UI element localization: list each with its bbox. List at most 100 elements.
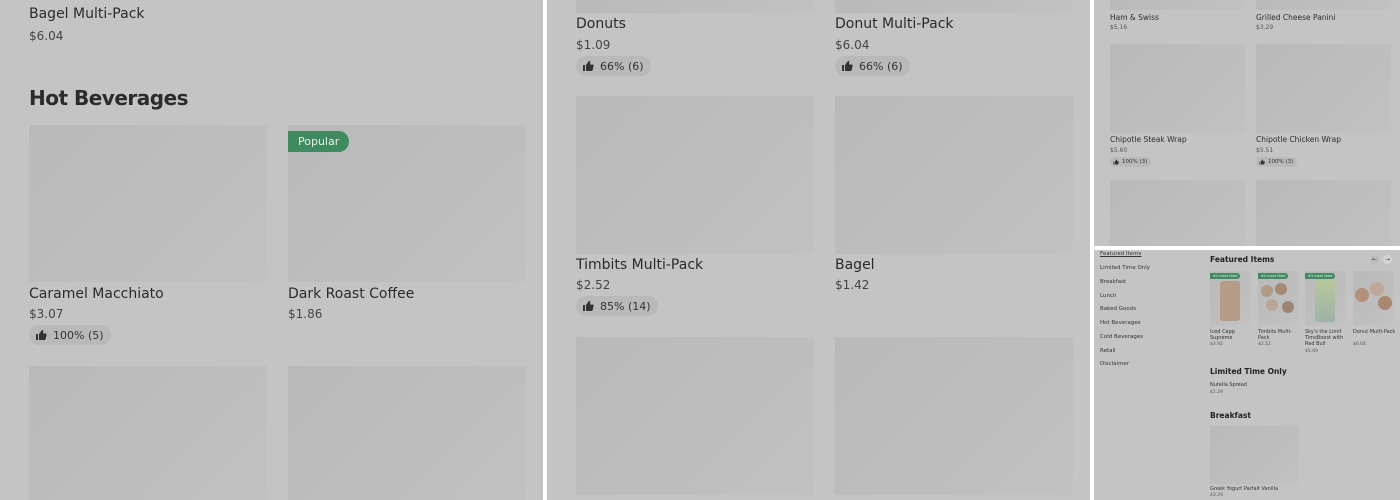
product-image[interactable] (288, 366, 526, 500)
most-liked-badge: #2 most liked (1258, 273, 1289, 279)
item-name[interactable]: Donuts (576, 16, 626, 32)
nav-disclaimer[interactable]: Disclaimer (1100, 361, 1129, 367)
product-image[interactable] (576, 96, 814, 254)
item-name[interactable]: Bagel (835, 257, 875, 273)
rating-badge: 100% (5) (29, 325, 111, 345)
item-price: $3.29 (1210, 493, 1223, 498)
product-image[interactable] (835, 337, 1073, 495)
arrow-right-icon[interactable]: → (1383, 255, 1392, 264)
nav-featured-items[interactable]: Featured Items (1100, 251, 1141, 257)
nav-hot-beverages[interactable]: Hot Beverages (1100, 320, 1141, 326)
item-price: $5.51 (1256, 147, 1274, 154)
product-image[interactable] (835, 0, 1073, 13)
most-liked-badge: #1 most liked (1210, 273, 1241, 279)
product-image[interactable] (29, 125, 267, 282)
arrow-left-icon[interactable]: ← (1370, 255, 1379, 264)
item-price: $6.04 (1353, 342, 1366, 347)
item-name[interactable]: Caramel Macchiato (29, 286, 164, 302)
item-name[interactable]: Dark Roast Coffee (288, 286, 414, 302)
product-image[interactable] (1110, 180, 1245, 246)
item-price: $6.04 (29, 29, 64, 43)
item-price: $5.49 (1305, 349, 1318, 354)
nav-limited-time-only[interactable]: Limited Time Only (1100, 265, 1150, 271)
rating-badge: 85% (14) (576, 296, 658, 316)
rating-badge: 66% (6) (576, 56, 651, 76)
thumbs-up-icon (583, 61, 594, 71)
rating-badge: 66% (6) (835, 56, 910, 76)
nav-breakfast[interactable]: Breakfast (1100, 279, 1126, 285)
item-price: $3.92 (1210, 342, 1223, 347)
rating-text: 66% (6) (859, 59, 903, 73)
item-price: $2.52 (1258, 342, 1271, 347)
product-image[interactable] (1210, 426, 1299, 484)
item-name[interactable]: Bagel Multi-Pack (29, 6, 145, 22)
donut-shape (1355, 288, 1369, 302)
item-name[interactable]: Chipotle Chicken Wrap (1256, 135, 1341, 144)
item-price: $1.42 (835, 278, 870, 292)
item-price: $2.52 (576, 278, 611, 292)
donut-shape (1378, 296, 1392, 310)
thumbs-up-icon (583, 301, 594, 311)
panel-baked-goods: Donuts $1.09 66% (6) Donut Multi-Pack $6… (547, 0, 1090, 500)
nav-retail[interactable]: Retail (1100, 348, 1116, 354)
item-name[interactable]: Greek Yogurt Parfait Vanilla (1210, 486, 1310, 492)
section-title: Hot Beverages (29, 86, 189, 110)
nav-lunch[interactable]: Lunch (1100, 293, 1116, 299)
timsboost-cup (1315, 280, 1335, 322)
timbit-shape (1266, 299, 1278, 311)
item-price: $3.29 (1256, 24, 1274, 31)
thumbs-up-icon (1259, 159, 1265, 165)
item-name[interactable]: Donut Multi-Pack (1353, 329, 1397, 335)
iced-capp-cup (1220, 281, 1240, 321)
item-price: $1.86 (288, 307, 323, 321)
nav-baked-goods[interactable]: Baked Goods (1100, 306, 1136, 312)
timbit-shape (1261, 285, 1273, 297)
timbit-shape (1282, 301, 1294, 313)
timbit-shape (1275, 283, 1287, 295)
item-name[interactable]: Grilled Cheese Panini (1256, 13, 1336, 22)
item-price: $6.04 (835, 38, 870, 52)
rating-text: 66% (6) (600, 59, 644, 73)
product-image[interactable] (835, 96, 1073, 254)
item-price: $3.07 (29, 307, 64, 321)
rating-text: 100% (5) (53, 328, 104, 342)
product-image[interactable] (1110, 0, 1245, 10)
thumbs-up-icon (36, 330, 47, 340)
rating-badge: 100% (3) (1256, 157, 1298, 167)
product-image[interactable] (1256, 180, 1391, 246)
item-name[interactable]: Sky's the Limit TimsBoost with Red Bull (1305, 329, 1349, 347)
nav-cold-beverages[interactable]: Cold Beverages (1100, 334, 1143, 340)
product-image[interactable] (29, 366, 267, 500)
section-title: Featured Items (1210, 255, 1275, 264)
item-price: $5.60 (1110, 147, 1128, 154)
section-title: Limited Time Only (1210, 367, 1287, 376)
product-image[interactable] (576, 337, 814, 495)
item-name[interactable]: Timbits Multi-Pack (1258, 329, 1302, 341)
panel-store-overview: Featured Items Limited Time Only Breakfa… (1094, 250, 1400, 500)
panel-hot-beverages: Bagel Multi-Pack $6.04 Hot Beverages Car… (0, 0, 543, 500)
item-price: $1.29 (1210, 390, 1223, 395)
product-image[interactable] (1256, 0, 1391, 10)
item-price: $5.16 (1110, 24, 1128, 31)
rating-text: 85% (14) (600, 299, 651, 313)
most-liked-badge: #3 most liked (1305, 273, 1336, 279)
item-name[interactable]: Timbits Multi-Pack (576, 257, 703, 273)
panel-lunch: Ham & Swiss $5.16 Grilled Cheese Panini … (1094, 0, 1400, 246)
item-name[interactable]: Chipotle Steak Wrap (1110, 135, 1187, 144)
item-name[interactable]: Ham & Swiss (1110, 13, 1159, 22)
rating-text: 100% (3) (1268, 159, 1294, 165)
item-price: $1.09 (576, 38, 611, 52)
popular-badge: Popular (288, 131, 350, 152)
product-image[interactable] (1256, 44, 1391, 133)
thumbs-up-icon (842, 61, 853, 71)
product-image[interactable] (1110, 44, 1245, 133)
rating-text: 100% (3) (1122, 159, 1148, 165)
product-image[interactable] (1258, 271, 1298, 325)
item-name[interactable]: Nutella Spread (1210, 382, 1310, 388)
thumbs-up-icon (1113, 159, 1119, 165)
product-image[interactable] (576, 0, 814, 13)
section-title: Breakfast (1210, 411, 1251, 420)
item-name[interactable]: Donut Multi-Pack (835, 16, 954, 32)
item-name[interactable]: Iced Capp Supreme (1210, 329, 1254, 341)
rating-badge: 100% (3) (1110, 157, 1152, 167)
